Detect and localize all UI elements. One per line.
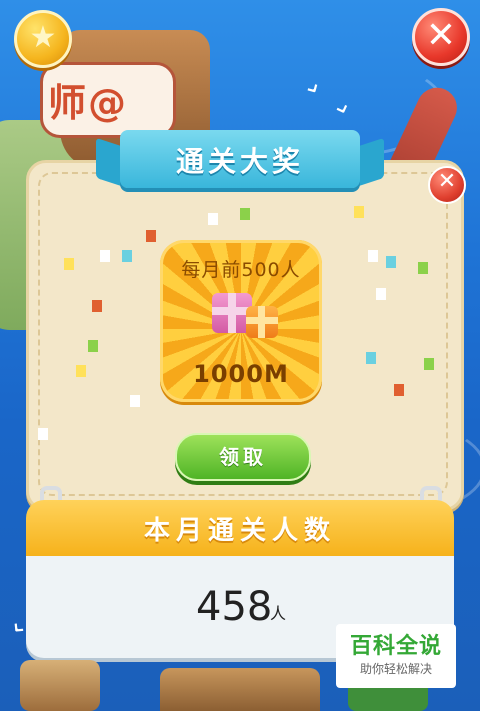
confetti bbox=[368, 250, 378, 262]
confetti bbox=[92, 300, 102, 312]
confetti bbox=[418, 262, 428, 274]
gift-icon bbox=[246, 306, 278, 338]
confetti bbox=[100, 250, 110, 262]
count-board-title: 本月通关人数 bbox=[143, 516, 336, 546]
claim-button[interactable]: 领取 bbox=[175, 433, 311, 481]
confetti bbox=[146, 230, 156, 242]
star-button[interactable]: ★ bbox=[14, 10, 72, 68]
confetti bbox=[122, 250, 132, 262]
close-button[interactable]: ✕ bbox=[412, 8, 470, 66]
watermark-subtitle: 助你轻松解决 bbox=[359, 662, 432, 676]
confetti bbox=[354, 206, 364, 218]
dialog-close-button[interactable]: ✕ bbox=[428, 166, 466, 204]
confetti bbox=[88, 340, 98, 352]
pass-count: 458 bbox=[196, 584, 273, 630]
watermark-title: 百科全说 bbox=[349, 634, 442, 659]
reward-value: 1000M bbox=[193, 360, 289, 388]
confetti bbox=[394, 384, 404, 396]
confetti bbox=[376, 288, 386, 300]
dock-decoration bbox=[160, 668, 320, 711]
dock-decoration bbox=[20, 660, 100, 711]
close-icon: ✕ bbox=[437, 169, 457, 194]
confetti bbox=[366, 352, 376, 364]
confetti bbox=[38, 428, 48, 440]
confetti bbox=[64, 258, 74, 270]
dialog-title: 通关大奖 bbox=[175, 145, 304, 178]
confetti bbox=[386, 256, 396, 268]
confetti bbox=[424, 358, 434, 370]
confetti bbox=[130, 395, 140, 407]
confetti bbox=[76, 365, 86, 377]
star-icon: ★ bbox=[29, 20, 57, 55]
reward-heading: 每月前500人 bbox=[181, 259, 301, 281]
ship-sail-text: 师@ bbox=[48, 81, 129, 125]
confetti bbox=[208, 213, 218, 225]
pass-count-unit: 人 bbox=[270, 604, 287, 623]
close-icon: ✕ bbox=[425, 15, 457, 56]
confetti bbox=[240, 208, 250, 220]
